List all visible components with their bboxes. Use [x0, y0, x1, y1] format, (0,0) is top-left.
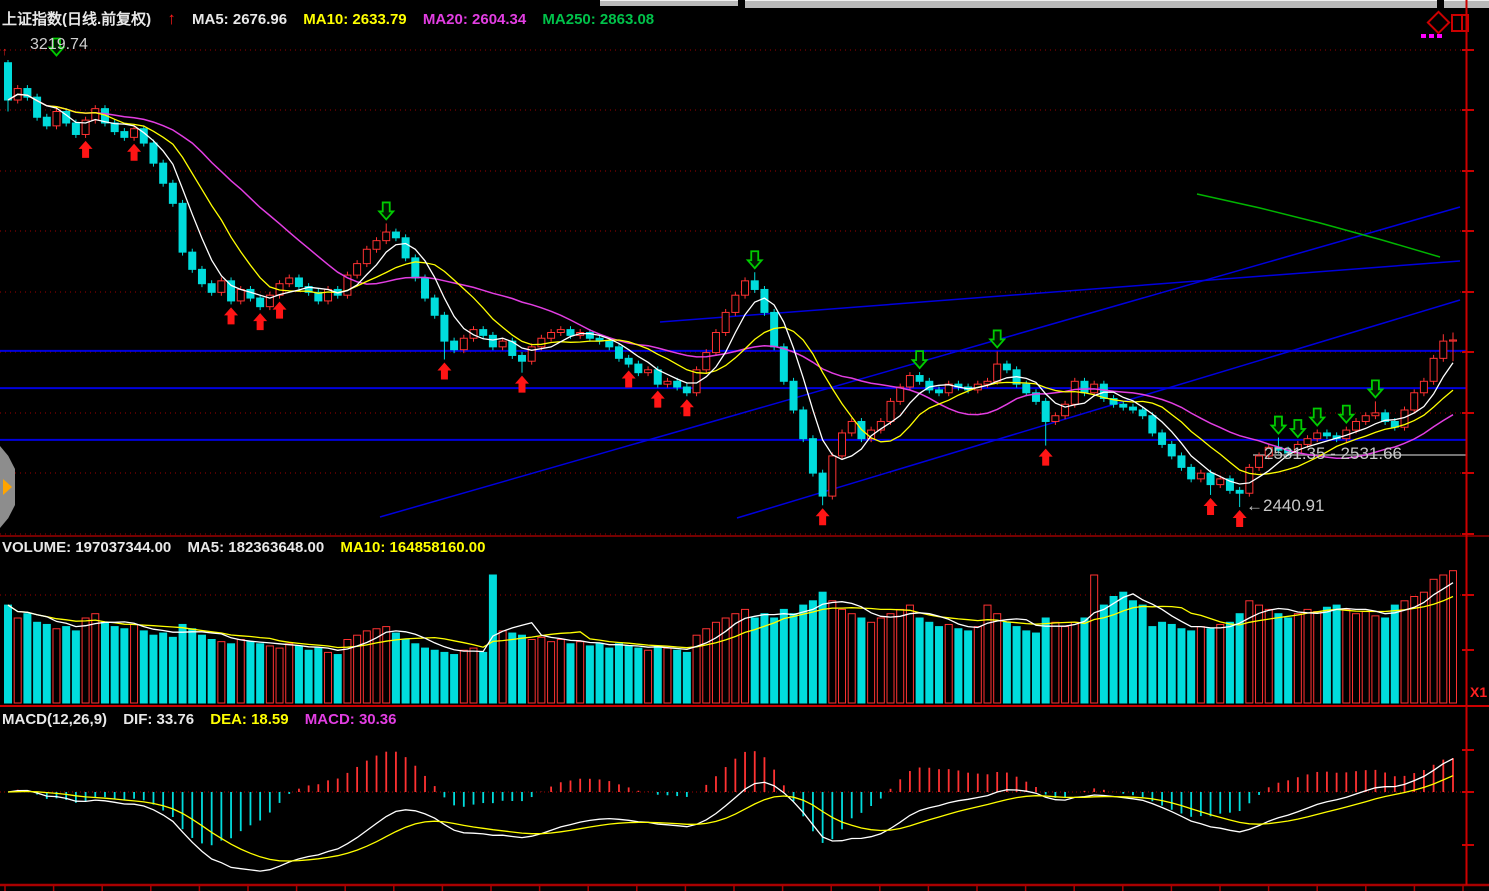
- ma10-value: MA10: 2633.79: [303, 11, 406, 28]
- ma250-value: MA250: 2863.08: [542, 11, 654, 28]
- macd-pane-header: MACD(12,26,9) DIF: 33.76 DEA: 18.59 MACD…: [2, 711, 409, 728]
- ma5-value: MA5: 2676.96: [192, 11, 287, 28]
- symbol-title: 上证指数(日线.前复权): [2, 11, 151, 28]
- dea-value: DEA: 18.59: [210, 711, 288, 728]
- volume-ma10-value: MA10: 164858160.00: [340, 539, 485, 556]
- macd-value: MACD: 30.36: [305, 711, 397, 728]
- peak-price-label: 3219.74: [30, 36, 88, 54]
- volume-pane-header: VOLUME: 197037344.00 MA5: 182363648.00 M…: [2, 539, 497, 556]
- magenta-dot-icon: [1421, 34, 1426, 38]
- stock-chart-app: 上证指数(日线.前复权) ↑ MA5: 2676.96 MA10: 2633.7…: [0, 0, 1489, 891]
- magenta-dot-icon: [1437, 34, 1442, 38]
- low-annotation: ←2440.91: [1246, 496, 1324, 516]
- volume-scale-label: X1: [1470, 684, 1487, 700]
- price-pane-header: 上证指数(日线.前复权) ↑ MA5: 2676.96 MA10: 2633.7…: [2, 8, 666, 29]
- volume-ma5-value: MA5: 182363648.00: [187, 539, 324, 556]
- tiny-up-arrow-icon: ↑: [2, 46, 8, 58]
- dif-value: DIF: 33.76: [123, 711, 194, 728]
- up-arrow-icon: ↑: [167, 9, 176, 28]
- macd-params: MACD(12,26,9): [2, 711, 107, 728]
- volume-value: VOLUME: 197037344.00: [2, 539, 171, 556]
- magenta-dot-icon: [1429, 34, 1434, 38]
- ma20-value: MA20: 2604.34: [423, 11, 526, 28]
- range-annotation: 2531.35 - 2531.66: [1264, 444, 1402, 464]
- split-window-icon[interactable]: [1451, 14, 1469, 32]
